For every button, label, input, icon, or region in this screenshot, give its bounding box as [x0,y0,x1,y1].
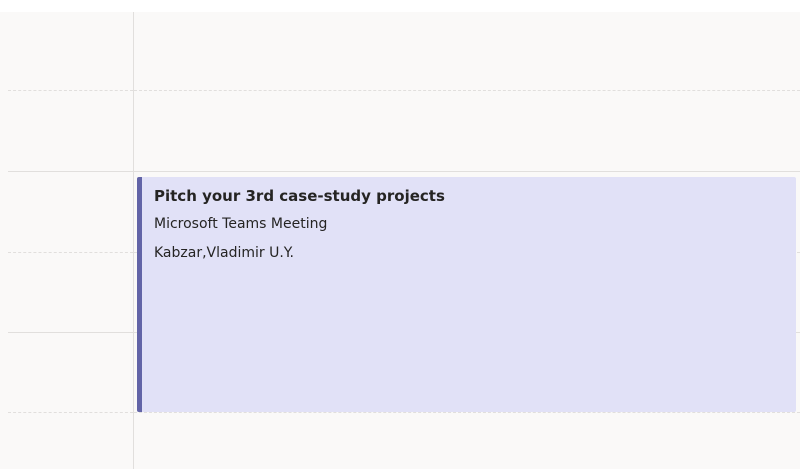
hour-slot-line [134,171,800,172]
gutter-slot-line [8,252,133,253]
calendar-event-card[interactable]: Pitch your 3rd case-study projects Micro… [137,177,796,412]
gutter-slot-line [8,332,133,333]
gutter-slot-line [8,171,133,172]
half-hour-slot-line [134,412,800,413]
gutter-slot-line [8,90,133,91]
event-title: Pitch your 3rd case-study projects [154,187,445,205]
time-gutter [0,12,133,469]
time-gutter-divider [133,12,134,469]
half-hour-slot-line [134,90,800,91]
event-organizer: Kabzar,Vladimir U.Y. [154,245,294,261]
gutter-slot-line [8,412,133,413]
event-location: Microsoft Teams Meeting [154,216,328,232]
